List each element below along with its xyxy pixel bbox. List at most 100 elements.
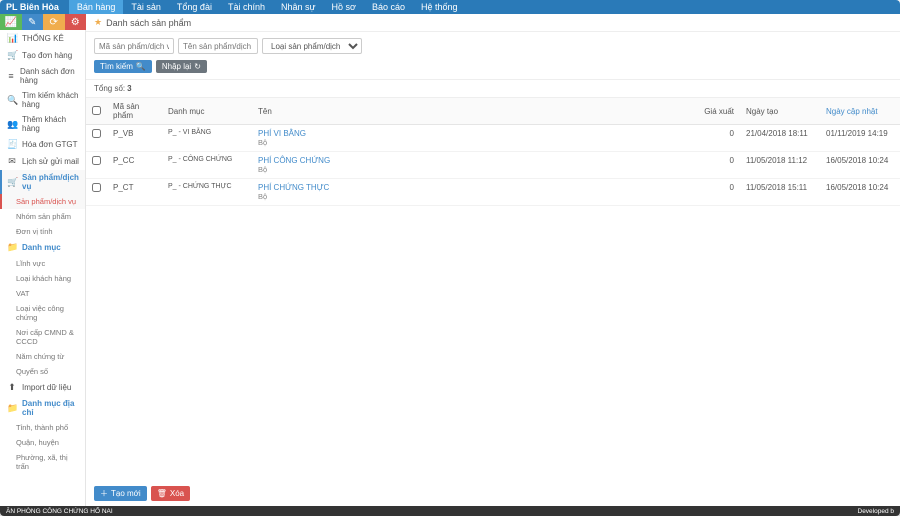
sidebar-item-icon: 🛒	[7, 50, 17, 61]
topnav-7[interactable]: Hệ thống	[413, 0, 466, 14]
col-code: Mã sản phẩm	[107, 98, 162, 125]
folder-icon: 📁	[7, 403, 17, 414]
sidebar-product-sub-0[interactable]: Sản phẩm/dịch vụ	[0, 194, 85, 209]
sidebar-item-4[interactable]: 🧾Hóa đơn GTGT	[0, 136, 85, 153]
footer-right: Developed b	[858, 508, 895, 515]
sidebar-import[interactable]: ⬆ Import dữ liệu	[0, 379, 85, 396]
toolbar-action-button[interactable]: ⚙	[65, 14, 87, 30]
table-row: P_CCP_ - CÔNG CHỨNGPHÍ CÔNG CHỨNGBộ011/0…	[86, 152, 900, 179]
topnav-2[interactable]: Tổng đài	[169, 0, 220, 14]
search-button[interactable]: Tìm kiếm 🔍	[94, 60, 152, 73]
row-updated: 01/11/2019 14:19	[820, 125, 900, 152]
page-title: Danh sách sản phẩm	[106, 18, 191, 28]
sidebar-item-5[interactable]: ✉ Lịch sử gửi mail	[0, 153, 85, 170]
col-price: Giá xuất	[690, 98, 740, 125]
col-cat: Danh mục	[162, 98, 252, 125]
sidebar-product-sub-2[interactable]: Đơn vị tính	[0, 224, 85, 239]
footer-left: ĂN PHÒNG CÔNG CHỨNG HỐ NAI	[6, 508, 113, 515]
row-price: 0	[690, 125, 740, 152]
row-name-link[interactable]: PHÍ VI BẰNG	[258, 129, 306, 138]
add-button[interactable]: ＋ Tạo mới	[94, 486, 147, 501]
sidebar-item-label: Danh sách đơn hàng	[20, 67, 80, 85]
col-name: Tên	[252, 98, 690, 125]
sidebar-geo-sub-1[interactable]: Quận, huyện	[0, 435, 85, 450]
row-price: 0	[690, 179, 740, 206]
sidebar-product-sub-1[interactable]: Nhóm sản phẩm	[0, 209, 85, 224]
sidebar-products[interactable]: 🛒 Sản phẩm/dịch vụ	[0, 170, 85, 194]
topnav-0[interactable]: Bán hàng	[69, 0, 124, 14]
sidebar-catalog-sub-6[interactable]: Quyển số	[0, 364, 85, 379]
row-code: P_CT	[107, 179, 162, 206]
sidebar-stats-label: THỐNG KÊ	[22, 34, 64, 43]
sidebar-item-icon: ✉	[7, 156, 17, 167]
toolbar-edit-button[interactable]: ✎	[22, 14, 44, 30]
sidebar-stats[interactable]: 📊 THỐNG KÊ	[0, 30, 85, 47]
upload-icon: ⬆	[7, 382, 17, 393]
folder-icon: 📁	[7, 242, 17, 253]
sidebar-catalog-sub-1[interactable]: Loại khách hàng	[0, 271, 85, 286]
sidebar-catalog-label: Danh mục	[22, 243, 61, 252]
row-cat: P_ - VI BẰNG	[162, 125, 252, 152]
sidebar-item-0[interactable]: 🛒 Tạo đơn hàng	[0, 47, 85, 64]
filter-type-select[interactable]: Loại sản phẩm/dịch vụ	[262, 38, 362, 54]
col-updated[interactable]: Ngày cập nhật	[820, 98, 900, 125]
topnav-1[interactable]: Tài sản	[123, 0, 169, 14]
stats-icon: 📊	[7, 33, 17, 44]
sidebar-geo[interactable]: 📁 Danh mục địa chỉ	[0, 396, 85, 420]
select-all-checkbox[interactable]	[92, 106, 101, 115]
sidebar-item-icon: ≡	[7, 71, 15, 81]
sidebar-import-label: Import dữ liệu	[22, 383, 71, 392]
sidebar-item-1[interactable]: ≡ Danh sách đơn hàng	[0, 64, 85, 88]
row-name-link[interactable]: PHÍ CHỨNG THỰC	[258, 183, 329, 192]
topnav-5[interactable]: Hồ sơ	[324, 0, 364, 14]
sidebar-geo-label: Danh mục địa chỉ	[22, 399, 80, 417]
table-row: P_VBP_ - VI BẰNG PHÍ VI BẰNGBộ 021/04/2018…	[86, 125, 900, 152]
row-updated: 16/05/2018 10:24	[820, 152, 900, 179]
row-cat: P_ - CÔNG CHỨNG	[162, 152, 252, 179]
table-row: P_CTP_ - CHỨNG THỰCPHÍ CHỨNG THỰCBộ011/0…	[86, 179, 900, 206]
sidebar-item-3[interactable]: 👥Thêm khách hàng	[0, 112, 85, 136]
row-checkbox[interactable]	[92, 129, 101, 138]
sidebar-catalog-sub-5[interactable]: Năm chứng từ	[0, 349, 85, 364]
topnav-6[interactable]: Báo cáo	[364, 0, 413, 14]
sidebar-catalog-sub-2[interactable]: VAT	[0, 286, 85, 301]
row-checkbox[interactable]	[92, 183, 101, 192]
total-label: Tổng số:	[94, 84, 125, 93]
toolbar-refresh-button[interactable]: ⟳	[43, 14, 65, 30]
sidebar-products-label: Sản phẩm/dịch vụ	[22, 173, 80, 191]
sidebar-catalog-sub-4[interactable]: Nơi cấp CMND & CCCD	[0, 325, 85, 349]
refresh-icon: ↻	[194, 62, 201, 71]
star-icon: ★	[94, 17, 102, 28]
row-code: P_CC	[107, 152, 162, 179]
row-created: 21/04/2018 18:11	[740, 125, 820, 152]
toolbar-chart-button[interactable]: 📈	[0, 14, 22, 30]
trash-icon: 🗑	[157, 489, 167, 498]
delete-button[interactable]: 🗑 Xóa	[151, 486, 190, 501]
sidebar-item-icon: 🧾	[7, 139, 17, 150]
sidebar-catalog-sub-0[interactable]: Lĩnh vực	[0, 256, 85, 271]
total-value: 3	[127, 84, 131, 93]
row-code: P_VB	[107, 125, 162, 152]
reset-button[interactable]: Nhập lại ↻	[156, 60, 207, 73]
sidebar-geo-sub-0[interactable]: Tỉnh, thành phố	[0, 420, 85, 435]
brand: PL Biên Hòa	[6, 2, 59, 12]
plus-icon: ＋	[100, 488, 108, 499]
row-price: 0	[690, 152, 740, 179]
sidebar-item-label: Lịch sử gửi mail	[22, 157, 79, 166]
topnav-4[interactable]: Nhân sự	[273, 0, 324, 14]
sidebar-item-label: Tạo đơn hàng	[22, 51, 72, 60]
sidebar-geo-sub-2[interactable]: Phường, xã, thị trấn	[0, 450, 85, 474]
cart-icon: 🛒	[7, 177, 17, 188]
row-unit: Bộ	[258, 165, 267, 174]
sidebar-catalog-sub-3[interactable]: Loại việc công chứng	[0, 301, 85, 325]
topnav-3[interactable]: Tài chính	[220, 0, 273, 14]
row-created: 11/05/2018 15:11	[740, 179, 820, 206]
row-unit: Bộ	[258, 138, 267, 147]
sidebar-item-2[interactable]: 🔍Tìm kiếm khách hàng	[0, 88, 85, 112]
row-name-link[interactable]: PHÍ CÔNG CHỨNG	[258, 156, 330, 165]
sidebar-catalog[interactable]: 📁 Danh mục	[0, 239, 85, 256]
search-icon: 🔍	[136, 62, 146, 71]
row-checkbox[interactable]	[92, 156, 101, 165]
filter-name-input[interactable]	[178, 38, 258, 54]
filter-code-input[interactable]	[94, 38, 174, 54]
